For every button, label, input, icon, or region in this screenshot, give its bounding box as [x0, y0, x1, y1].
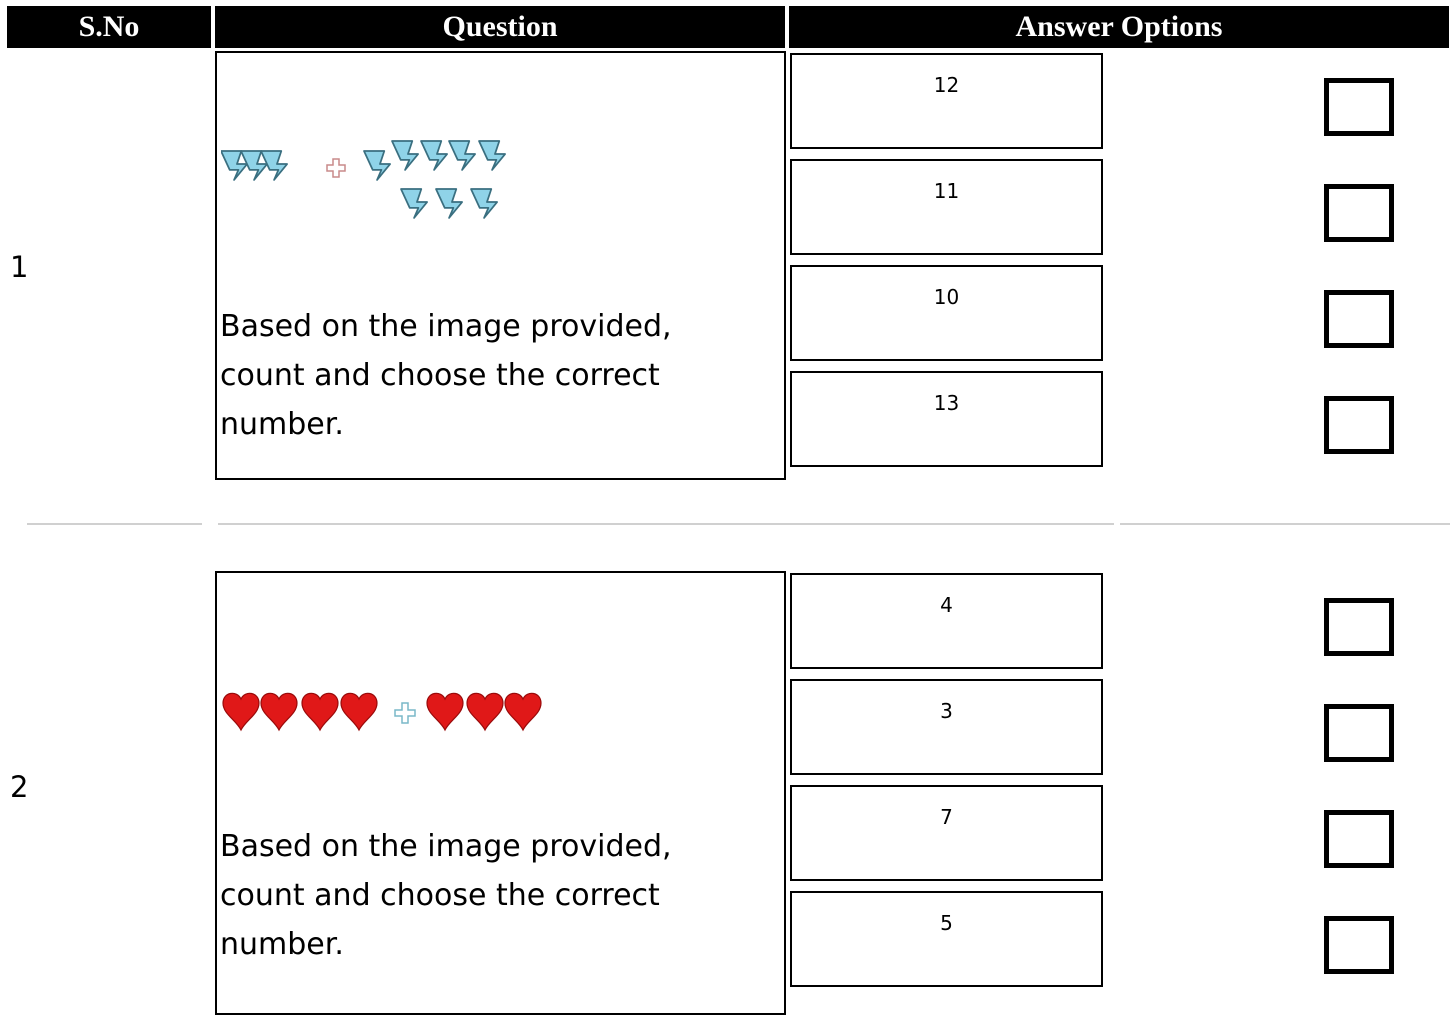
answer-option-label: 13	[933, 391, 960, 415]
answer-option-label: 10	[933, 285, 960, 309]
answer-option: 7	[790, 785, 1103, 881]
plus-icon	[326, 158, 346, 178]
answer-option-label: 7	[940, 805, 953, 829]
question-box: Based on the image provided, count and c…	[215, 571, 786, 1015]
lightning-bolts-image	[221, 99, 551, 329]
header-answer-options: Answer Options	[789, 6, 1449, 48]
answer-option: 10	[790, 265, 1103, 361]
answer-option-label: 5	[940, 911, 953, 935]
row-divider	[27, 523, 202, 525]
answer-checkbox[interactable]	[1324, 598, 1394, 656]
answer-checkbox[interactable]	[1324, 704, 1394, 762]
answer-checkbox[interactable]	[1324, 184, 1394, 242]
answer-option: 12	[790, 53, 1103, 149]
bolt-group-right	[364, 141, 505, 218]
row-divider	[1120, 523, 1450, 525]
answer-option: 3	[790, 679, 1103, 775]
answer-option: 4	[790, 573, 1103, 669]
answer-checkbox[interactable]	[1324, 78, 1394, 136]
bolt-group-left	[221, 151, 287, 180]
header-sno: S.No	[7, 6, 211, 48]
heart-group-left	[222, 692, 378, 731]
question-text: Based on the image provided, count and c…	[220, 309, 672, 442]
row-divider	[218, 523, 1114, 525]
answer-option-label: 11	[933, 179, 960, 203]
heart-group-right	[426, 692, 542, 731]
answer-option: 13	[790, 371, 1103, 467]
answer-option-label: 3	[940, 699, 953, 723]
answer-checkbox[interactable]	[1324, 396, 1394, 454]
answer-checkbox[interactable]	[1324, 290, 1394, 348]
plus-icon	[394, 702, 416, 724]
answer-option: 5	[790, 891, 1103, 987]
answer-checkbox[interactable]	[1324, 916, 1394, 974]
answer-option-label: 12	[933, 73, 960, 97]
question-text: Based on the image provided, count and c…	[220, 829, 672, 962]
answer-checkbox[interactable]	[1324, 810, 1394, 868]
answer-option-label: 4	[940, 593, 953, 617]
answer-option: 11	[790, 159, 1103, 255]
header-question: Question	[215, 6, 785, 48]
hearts-image	[222, 692, 542, 731]
question-box: Based on the image provided, count and c…	[215, 51, 786, 480]
question-number: 2	[10, 770, 29, 804]
question-number: 1	[10, 250, 29, 284]
